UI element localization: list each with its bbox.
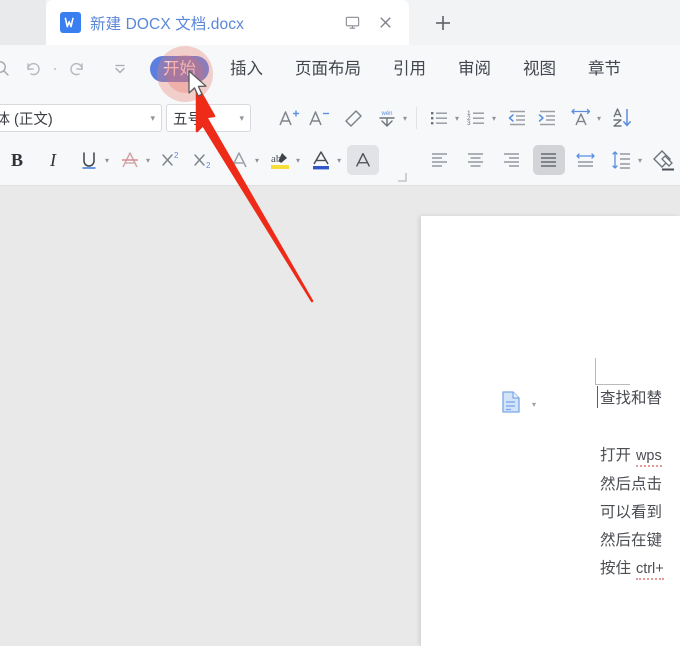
clear-format-icon[interactable]	[338, 103, 368, 133]
ribbon-tabs: 开始 插入 页面布局 引用 审阅 视图 章节	[148, 45, 637, 93]
chevron-down-icon[interactable]: ▾	[597, 114, 601, 123]
undo-icon[interactable]	[19, 56, 46, 83]
text-margin-corner-marker	[595, 358, 630, 385]
document-line: 然后点击	[600, 475, 663, 493]
paste-options-button[interactable]: ▾	[500, 390, 536, 419]
wps-writer-logo-icon	[60, 12, 81, 33]
redo-icon[interactable]	[63, 56, 90, 83]
paste-options-icon[interactable]	[500, 390, 522, 419]
svg-text:2: 2	[174, 151, 179, 160]
chevron-down-icon[interactable]: ▾	[239, 113, 250, 124]
toolbar-divider	[416, 107, 418, 129]
chevron-down-icon[interactable]: ▾	[455, 114, 459, 123]
character-spacing-icon[interactable]	[566, 103, 596, 133]
ribbon-tab-references[interactable]: 引用	[377, 45, 442, 93]
customize-chevron-icon[interactable]	[106, 56, 133, 83]
superscript-icon[interactable]: 2	[156, 145, 186, 175]
svg-text:wén: wén	[380, 111, 392, 117]
document-page[interactable]: ▾ 查找和替 打开 wps 然后点击 可以看到 然后在键 按住 ctrl+	[421, 216, 680, 646]
document-tab[interactable]: 新建 DOCX 文档.docx	[46, 0, 409, 45]
italic-glyph: I	[50, 149, 56, 170]
character-border-icon[interactable]	[347, 145, 380, 175]
line-spacing-icon[interactable]	[607, 145, 637, 175]
svg-text:2: 2	[206, 161, 211, 170]
underline-icon[interactable]	[74, 145, 104, 175]
increase-indent-icon[interactable]	[532, 103, 562, 133]
decrease-indent-icon[interactable]	[502, 103, 532, 133]
chevron-down-icon[interactable]: ▾	[146, 156, 150, 165]
document-tab-title: 新建 DOCX 文档.docx	[90, 15, 244, 33]
document-line-title: 查找和替	[600, 389, 663, 407]
expand-dialog-icon[interactable]	[396, 171, 408, 183]
document-line: 打开 wps	[597, 441, 680, 470]
search-icon[interactable]	[0, 56, 15, 83]
chevron-down-icon[interactable]: ▾	[532, 400, 536, 409]
font-size-value: 五号	[173, 111, 202, 128]
shrink-font-icon[interactable]	[304, 103, 334, 133]
chevron-down-icon[interactable]: ▾	[296, 156, 300, 165]
spellcheck-word: wps	[635, 448, 662, 467]
document-line: 然后在键	[600, 531, 663, 549]
align-justify-icon[interactable]	[533, 145, 565, 175]
pinyin-guide-icon[interactable]: wén	[372, 103, 402, 133]
chevron-down-icon[interactable]: ▾	[255, 156, 259, 165]
chevron-down-icon[interactable]: ▾	[150, 113, 161, 124]
numbered-list-icon[interactable]: 1 2 3	[461, 103, 491, 133]
shading-icon[interactable]	[648, 145, 678, 175]
highlight-color-icon[interactable]: ab	[265, 145, 295, 175]
chevron-down-icon[interactable]: ▾	[403, 114, 407, 123]
chevron-down-icon[interactable]: ▾	[638, 156, 642, 165]
monitor-icon[interactable]	[343, 13, 362, 32]
tab-bar-left-stub	[0, 0, 46, 45]
ribbon-tab-row: 开始 插入 页面布局 引用 审阅 视图 章节	[0, 45, 680, 93]
align-left-icon[interactable]	[425, 145, 455, 175]
tab-bar: 新建 DOCX 文档.docx	[0, 0, 680, 46]
ribbon-tab-view[interactable]: 视图	[507, 45, 572, 93]
chevron-down-icon[interactable]: ▾	[337, 156, 341, 165]
spellcheck-word: ctrl+	[635, 561, 664, 580]
italic-icon[interactable]: I	[38, 145, 68, 175]
ribbon-tab-chapters[interactable]: 章节	[572, 45, 637, 93]
chevron-down-icon[interactable]: ▾	[492, 114, 496, 123]
text-cursor	[597, 386, 598, 408]
font-name-value: 宋体 (正文)	[0, 111, 53, 128]
document-text-body[interactable]: 查找和替 打开 wps 然后点击 可以看到 然后在键 按住 ctrl+	[597, 384, 680, 583]
bullet-list-icon[interactable]	[424, 103, 454, 133]
bold-icon[interactable]: B	[2, 145, 32, 175]
font-size-combobox[interactable]: 五号 ▾	[166, 104, 251, 132]
svg-text:3: 3	[467, 120, 471, 127]
subscript-icon[interactable]: 2	[188, 145, 218, 175]
close-icon[interactable]	[376, 13, 395, 32]
align-right-icon[interactable]	[497, 145, 527, 175]
ribbon-tab-review[interactable]: 审阅	[442, 45, 507, 93]
line-text-prefix: 打开	[600, 446, 636, 464]
align-center-icon[interactable]	[461, 145, 491, 175]
formatting-toolbar: 宋体 (正文) ▾ 五号 ▾	[0, 93, 680, 186]
ribbon-tab-start[interactable]: 开始	[150, 56, 209, 82]
tab-action-icons	[343, 0, 395, 45]
font-name-combobox[interactable]: 宋体 (正文) ▾	[0, 104, 162, 132]
new-tab-button[interactable]	[415, 0, 470, 45]
strikethrough-icon[interactable]	[115, 145, 145, 175]
document-line: 可以看到	[600, 503, 663, 521]
document-line: 按住 ctrl+	[597, 554, 680, 583]
ribbon-tab-page-layout[interactable]: 页面布局	[279, 45, 377, 93]
text-effects-icon[interactable]	[224, 145, 254, 175]
undo-caret-icon[interactable]	[50, 56, 59, 83]
bold-glyph: B	[10, 149, 23, 170]
sort-icon[interactable]	[607, 103, 637, 133]
quick-access-toolbar	[0, 45, 133, 93]
font-color-icon[interactable]	[306, 145, 336, 175]
document-canvas[interactable]: ▾ 查找和替 打开 wps 然后点击 可以看到 然后在键 按住 ctrl+	[0, 186, 680, 646]
chevron-down-icon[interactable]: ▾	[105, 156, 109, 165]
grow-font-icon[interactable]	[274, 103, 304, 133]
ribbon-tab-insert[interactable]: 插入	[214, 45, 279, 93]
distribute-icon[interactable]	[571, 145, 601, 175]
line-text-prefix: 按住	[600, 559, 636, 577]
